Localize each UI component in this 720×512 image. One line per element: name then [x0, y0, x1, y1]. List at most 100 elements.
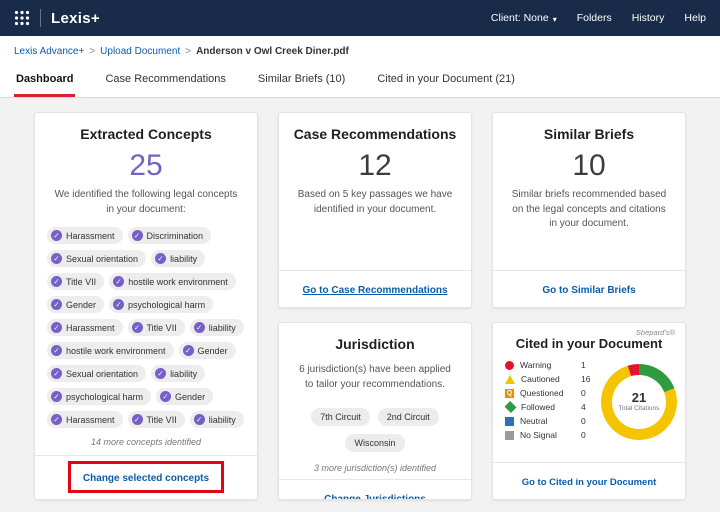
- case-recommendations-card: Case Recommendations 12 Based on 5 key p…: [278, 112, 472, 308]
- go-to-case-recommendations-link[interactable]: Go to Case Recommendations: [302, 285, 447, 296]
- jurisdiction-footer: Change Jurisdictions: [279, 479, 471, 499]
- signal-label: Neutral: [520, 416, 548, 426]
- check-icon: ✓: [155, 368, 167, 379]
- signal-count: 0: [581, 430, 586, 440]
- cited-in-document-card: Shepard's® Cited in your Document Warnin…: [492, 322, 686, 500]
- concept-pill[interactable]: ✓ psychological harm: [109, 296, 214, 313]
- change-selected-concepts-link[interactable]: Change selected concepts: [83, 473, 209, 484]
- check-icon: ✓: [160, 391, 172, 402]
- check-icon: ✓: [155, 253, 167, 264]
- signal-icon: [505, 416, 514, 426]
- signal-icon: Q: [505, 388, 514, 398]
- history-button[interactable]: History: [632, 12, 665, 24]
- concept-pill[interactable]: ✓ Harassment: [47, 319, 123, 336]
- concept-pill-label: psychological harm: [66, 391, 144, 402]
- tab-dashboard[interactable]: Dashboard: [14, 66, 76, 97]
- check-icon: ✓: [193, 414, 205, 425]
- concept-pill-label: Harassment: [66, 322, 115, 333]
- header-divider: [40, 9, 41, 27]
- legend-row: Q Questioned 0: [505, 388, 597, 398]
- case-recommendations-count: 12: [358, 149, 392, 182]
- tab-cited-in-document[interactable]: Cited in your Document (21): [375, 66, 517, 97]
- concept-pill-label: psychological harm: [128, 299, 206, 310]
- check-icon: ✓: [131, 230, 143, 241]
- signal-count: 0: [581, 416, 586, 426]
- signal-label: No Signal: [520, 430, 557, 440]
- jurisdiction-pill[interactable]: 2nd Circuit: [377, 408, 439, 426]
- concept-pill[interactable]: ✓ Harassment: [47, 411, 123, 428]
- signal-label: Questioned: [520, 388, 564, 398]
- case-recommendations-title: Case Recommendations: [293, 126, 457, 142]
- concept-pill[interactable]: ✓ Sexual orientation: [47, 250, 147, 267]
- concept-pill[interactable]: ✓ liability: [189, 411, 244, 428]
- jurisdiction-pill[interactable]: 7th Circuit: [311, 408, 370, 426]
- concept-pill[interactable]: ✓ liability: [151, 365, 206, 382]
- change-jurisdictions-link[interactable]: Change Jurisdictions: [324, 494, 426, 499]
- go-to-similar-briefs-link[interactable]: Go to Similar Briefs: [542, 285, 635, 296]
- concept-pill-label: liability: [208, 322, 236, 333]
- concept-pill[interactable]: ✓ hostile work environment: [47, 342, 174, 359]
- tab-case-recommendations[interactable]: Case Recommendations: [103, 66, 227, 97]
- check-icon: ✓: [51, 414, 62, 425]
- concept-pill[interactable]: ✓ Title VII: [47, 273, 105, 290]
- extracted-concepts-footer: Change selected concepts: [35, 455, 257, 499]
- check-icon: ✓: [51, 391, 62, 402]
- concept-pill[interactable]: ✓ Sexual orientation: [47, 365, 147, 382]
- extracted-concepts-title: Extracted Concepts: [80, 126, 212, 142]
- more-concepts-note: 14 more concepts identified: [90, 437, 202, 447]
- cited-in-document-title: Cited in your Document: [515, 336, 663, 351]
- concept-pill-label: liability: [208, 414, 236, 425]
- jurisdiction-pill-list: 7th Circuit 2nd Circuit Wisconsin: [285, 408, 465, 452]
- concept-pill-label: Harassment: [66, 230, 115, 241]
- concept-pill-label: Harassment: [66, 414, 115, 425]
- concept-pill[interactable]: ✓ liability: [189, 319, 244, 336]
- jurisdiction-pill[interactable]: Wisconsin: [345, 434, 405, 452]
- check-icon: ✓: [51, 253, 62, 264]
- concept-pill[interactable]: ✓ Title VII: [127, 319, 185, 336]
- signal-count: 16: [581, 374, 591, 384]
- check-icon: ✓: [51, 345, 62, 356]
- legend-row: Neutral 0: [505, 416, 597, 426]
- help-button[interactable]: Help: [684, 12, 706, 24]
- signal-count: 1: [581, 360, 586, 370]
- concept-pill-label: Sexual orientation: [66, 253, 139, 264]
- concept-pill[interactable]: ✓ liability: [151, 250, 206, 267]
- concept-pill[interactable]: ✓ psychological harm: [47, 388, 152, 405]
- app-grid-icon[interactable]: [14, 10, 30, 26]
- breadcrumb-current-file: Anderson v Owl Creek Diner.pdf: [196, 46, 349, 57]
- case-recommendations-description: Based on 5 key passages we have identifi…: [297, 189, 453, 215]
- citations-summary: Warning 1 Cautioned 16 Q Questioned 0 Fo…: [493, 351, 685, 444]
- concept-pill[interactable]: ✓ Title VII: [127, 411, 185, 428]
- chevron-down-icon: ▾: [552, 14, 557, 24]
- jurisdiction-description: 6 jurisdiction(s) have been applied to t…: [299, 364, 451, 390]
- concept-pill[interactable]: ✓ Gender: [178, 342, 236, 359]
- concept-pill[interactable]: ✓ hostile work environment: [109, 273, 236, 290]
- go-to-cited-link[interactable]: Go to Cited in your Document: [522, 477, 657, 488]
- breadcrumb-upload-document[interactable]: Upload Document: [100, 46, 180, 57]
- concept-pill[interactable]: ✓ Gender: [47, 296, 105, 313]
- shepards-legend: Warning 1 Cautioned 16 Q Questioned 0 Fo…: [504, 360, 597, 444]
- concept-pill-label: liability: [170, 253, 198, 264]
- concept-pill[interactable]: ✓ Gender: [156, 388, 214, 405]
- legend-row: No Signal 0: [505, 430, 597, 440]
- concept-pill-list: ✓ Harassment ✓ Discrimination ✓ Sexual o…: [35, 217, 257, 430]
- breadcrumb-lexis-advance[interactable]: Lexis Advance+: [14, 46, 84, 57]
- concept-pill[interactable]: ✓ Discrimination: [127, 227, 212, 244]
- concept-pill-label: Gender: [197, 345, 228, 356]
- check-icon: ✓: [113, 299, 125, 310]
- signal-label: Warning: [520, 360, 552, 370]
- check-icon: ✓: [51, 299, 62, 310]
- lexis-plus-logo[interactable]: Lexis+: [51, 10, 100, 27]
- total-citations-label: Total Citations: [618, 405, 660, 413]
- legend-row: Warning 1: [505, 360, 597, 370]
- concept-pill-label: Sexual orientation: [66, 368, 139, 379]
- client-selector[interactable]: Client: None ▾: [491, 12, 557, 24]
- breadcrumb-separator: >: [185, 46, 192, 57]
- shepards-brand-note: Shepard's®: [635, 328, 675, 337]
- check-icon: ✓: [131, 322, 143, 333]
- folders-button[interactable]: Folders: [577, 12, 612, 24]
- similar-briefs-count: 10: [572, 149, 606, 182]
- extracted-concepts-card: Extracted Concepts 25 We identified the …: [34, 112, 258, 500]
- tab-similar-briefs[interactable]: Similar Briefs (10): [256, 66, 347, 97]
- concept-pill[interactable]: ✓ Harassment: [47, 227, 123, 244]
